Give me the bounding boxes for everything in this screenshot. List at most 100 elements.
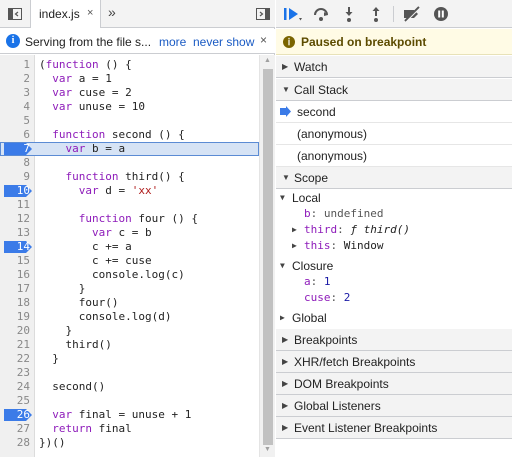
code-line[interactable]: 6 function second () {: [0, 128, 259, 142]
line-number[interactable]: 25: [0, 394, 30, 408]
code-line[interactable]: 28})(): [0, 436, 259, 450]
code-line[interactable]: 26 var final = unuse + 1: [0, 408, 259, 422]
code-line[interactable]: 19 console.log(d): [0, 310, 259, 324]
section-label: Scope: [294, 171, 329, 185]
code-line[interactable]: 21 third(): [0, 338, 259, 352]
line-number[interactable]: 13: [0, 226, 30, 240]
line-number[interactable]: 27: [0, 422, 30, 436]
code-line[interactable]: 15 c += cuse: [0, 254, 259, 268]
dom-breakpoints-section-header[interactable]: ▶ DOM Breakpoints: [276, 373, 512, 395]
code-line[interactable]: 23: [0, 366, 259, 380]
watch-section-header[interactable]: ▶ Watch: [276, 56, 512, 78]
code-line[interactable]: 5: [0, 114, 259, 128]
code-line[interactable]: 3 var cuse = 2: [0, 86, 259, 100]
line-number[interactable]: 4: [0, 100, 30, 114]
line-number[interactable]: 14: [0, 240, 30, 254]
scope-var-a[interactable]: a: 1: [304, 274, 331, 290]
tab-close-icon[interactable]: ×: [87, 7, 93, 19]
code-line[interactable]: 18 four(): [0, 296, 259, 310]
line-number[interactable]: 21: [0, 338, 30, 352]
scope-var-cuse[interactable]: cuse: 2: [304, 290, 350, 306]
line-number[interactable]: 20: [0, 324, 30, 338]
info-icon: i: [6, 34, 20, 48]
code-line[interactable]: 12 function four () {: [0, 212, 259, 226]
deactivate-breakpoints-icon[interactable]: [401, 4, 421, 24]
line-number[interactable]: 15: [0, 254, 30, 268]
code-line[interactable]: 8: [0, 156, 259, 170]
scrollbar-thumb[interactable]: [263, 69, 273, 445]
line-number[interactable]: 12: [0, 212, 30, 226]
xhr-breakpoints-section-header[interactable]: ▶ XHR/fetch Breakpoints: [276, 351, 512, 373]
line-number[interactable]: 17: [0, 282, 30, 296]
vertical-scrollbar[interactable]: ▲ ▼: [259, 55, 275, 457]
code-line[interactable]: 24 second(): [0, 380, 259, 394]
more-tabs-button[interactable]: »: [108, 4, 116, 20]
code-line[interactable]: 4 var unuse = 10: [0, 100, 259, 114]
resume-icon[interactable]: [282, 4, 302, 24]
code-line[interactable]: 10 var d = 'xx': [0, 184, 259, 198]
code-line[interactable]: 13 var c = b: [0, 226, 259, 240]
call-frame-anonymous[interactable]: (anonymous): [276, 123, 512, 145]
code-line[interactable]: 14 c += a: [0, 240, 259, 254]
scope-local-label: Local: [292, 191, 321, 205]
line-number[interactable]: 2: [0, 72, 30, 86]
global-listeners-section-header[interactable]: ▶ Global Listeners: [276, 395, 512, 417]
breakpoints-section-header[interactable]: ▶ Breakpoints: [276, 329, 512, 351]
code-line[interactable]: 25: [0, 394, 259, 408]
code-line[interactable]: 11: [0, 198, 259, 212]
line-number[interactable]: 11: [0, 198, 30, 212]
line-number[interactable]: 10: [0, 184, 30, 198]
scroll-up-icon[interactable]: ▲: [264, 57, 271, 64]
call-frame-second[interactable]: second: [276, 101, 512, 123]
more-link[interactable]: more: [159, 35, 186, 49]
code-line[interactable]: 9 function third() {: [0, 170, 259, 184]
call-frame-anonymous[interactable]: (anonymous): [276, 145, 512, 167]
code-editor[interactable]: 1 (function () {2 var a = 13 var cuse = 2…: [0, 55, 275, 457]
line-number[interactable]: 18: [0, 296, 30, 310]
line-number[interactable]: 23: [0, 366, 30, 380]
pause-on-exceptions-icon[interactable]: [431, 4, 451, 24]
line-number[interactable]: 26: [0, 408, 30, 422]
scope-section-header[interactable]: ▼ Scope: [276, 167, 512, 189]
code-line[interactable]: 16 console.log(c): [0, 268, 259, 282]
code-line[interactable]: 1 (function () {: [0, 58, 259, 72]
code-line[interactable]: 20 }: [0, 324, 259, 338]
line-number[interactable]: 28: [0, 436, 30, 450]
tab-index-js[interactable]: index.js ×: [30, 0, 101, 28]
code-text: second(): [39, 380, 106, 393]
scroll-down-icon[interactable]: ▼: [264, 446, 271, 453]
code-text: var a = 1: [52, 72, 112, 85]
code-text: c += cuse: [39, 254, 152, 267]
scope-var-b[interactable]: b: undefined: [304, 206, 383, 222]
line-number[interactable]: 3: [0, 86, 30, 100]
step-into-icon[interactable]: [339, 4, 359, 24]
toggle-navigator-icon[interactable]: [7, 6, 23, 22]
step-out-icon[interactable]: [366, 4, 386, 24]
line-number[interactable]: 1: [0, 58, 30, 72]
toggle-debugger-icon[interactable]: [255, 6, 271, 22]
code-line[interactable]: 2 var a = 1: [0, 72, 259, 86]
code-line[interactable]: 7 var b = a: [0, 142, 259, 156]
step-over-icon[interactable]: [311, 4, 331, 24]
line-number[interactable]: 8: [0, 156, 30, 170]
pause-info-icon: ⅰ: [283, 36, 295, 48]
debugger-toolbar: [276, 0, 512, 28]
never-show-link[interactable]: never show: [193, 35, 254, 49]
close-icon[interactable]: ×: [260, 33, 267, 47]
line-number[interactable]: 24: [0, 380, 30, 394]
event-listener-breakpoints-section-header[interactable]: ▶ Event Listener Breakpoints: [276, 417, 512, 439]
call-stack-section-header[interactable]: ▼ Call Stack: [276, 79, 512, 101]
line-number[interactable]: 16: [0, 268, 30, 282]
line-number[interactable]: 5: [0, 114, 30, 128]
code-text: (function () {: [39, 58, 132, 71]
line-number[interactable]: 9: [0, 170, 30, 184]
code-line[interactable]: 17 }: [0, 282, 259, 296]
line-number[interactable]: 22: [0, 352, 30, 366]
line-number[interactable]: 6: [0, 128, 30, 142]
line-number[interactable]: 7: [0, 142, 30, 156]
line-number[interactable]: 19: [0, 310, 30, 324]
code-line[interactable]: 22 }: [0, 352, 259, 366]
var-value: 1: [323, 275, 331, 288]
code-line[interactable]: 27 return final: [0, 422, 259, 436]
collapsed-triangle-icon: ▶: [282, 379, 289, 388]
